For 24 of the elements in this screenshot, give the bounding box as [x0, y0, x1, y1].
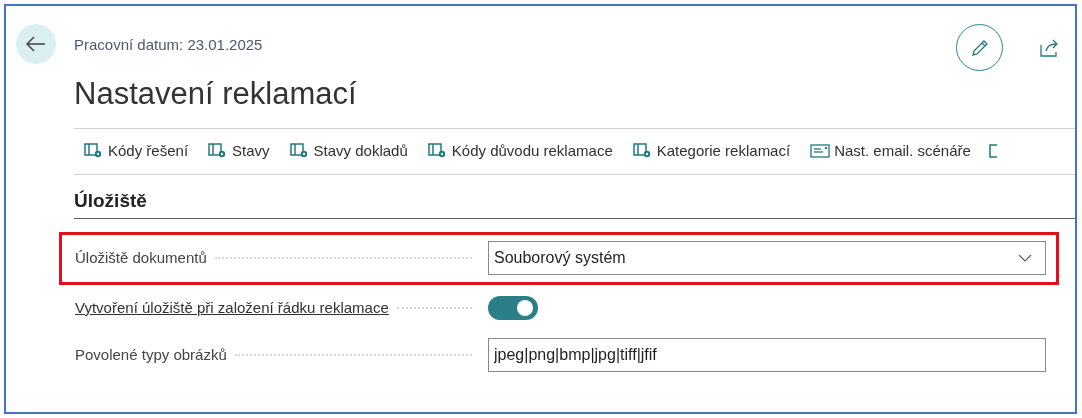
field-label: Povolené typy obrázků: [75, 344, 227, 365]
table-gear-icon: [632, 143, 653, 159]
toolbar-action[interactable]: Kódy důvodu reklamace: [427, 139, 613, 163]
toolbar-action[interactable]: Nast. email. scénáře: [810, 139, 971, 163]
input-field[interactable]: jpeg|png|bmp|jpg|tiff|jfif: [488, 338, 1046, 372]
share-icon: [1040, 38, 1060, 57]
section-title: Úložiště: [74, 188, 148, 213]
table-gear-icon: [289, 143, 310, 159]
envelope-icon: [810, 144, 831, 158]
chevron-down-icon: [1018, 254, 1032, 262]
field-label: Úložiště dokumentů: [75, 247, 207, 268]
toolbar-action[interactable]: Stavy: [208, 139, 270, 163]
back-button[interactable]: [16, 24, 56, 64]
field-label[interactable]: Vytvoření úložiště při založení řádku reklamace: [75, 296, 389, 320]
back-arrow-icon: [26, 36, 46, 52]
page-title: Nastavení reklamací: [74, 74, 357, 113]
toolbar-action[interactable]: Kódy řešení: [84, 139, 189, 163]
toolbar-action[interactable]: Stavy dokladů: [289, 139, 408, 163]
dropdown-field[interactable]: Souborový systém: [488, 241, 1046, 275]
table-gear-icon: [84, 143, 104, 159]
working-date: Pracovní datum: 23.01.2025: [74, 35, 264, 55]
toolbar-action[interactable]: Kategorie reklamací: [632, 139, 791, 163]
table-gear-icon: [427, 143, 448, 159]
toggle-switch[interactable]: [488, 296, 538, 320]
